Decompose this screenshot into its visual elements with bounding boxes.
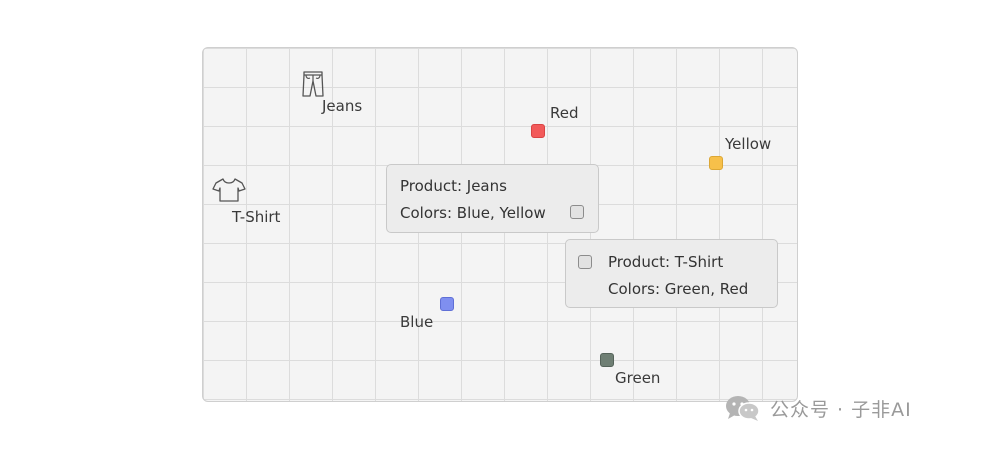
blue-label: Blue bbox=[400, 313, 434, 331]
watermark: 公众号 · 子非AI bbox=[724, 394, 912, 422]
jeans-tooltip-product: Product: Jeans bbox=[400, 177, 507, 195]
blue-color-dot[interactable] bbox=[440, 297, 454, 311]
tshirt-label: T-Shirt bbox=[232, 208, 281, 226]
red-color-dot[interactable] bbox=[531, 124, 545, 138]
tshirt-tooltip: Product: T-Shirt Colors: Green, Red bbox=[565, 239, 778, 308]
red-label: Red bbox=[550, 104, 579, 122]
wechat-icon bbox=[726, 396, 760, 421]
yellow-label: Yellow bbox=[725, 135, 772, 153]
jeans-label: Jeans bbox=[322, 97, 363, 115]
tshirt-icon[interactable] bbox=[212, 177, 246, 203]
jeans-icon[interactable] bbox=[301, 70, 325, 98]
tshirt-tooltip-checkbox[interactable] bbox=[578, 255, 592, 269]
tshirt-tooltip-colors: Colors: Green, Red bbox=[608, 280, 749, 298]
green-color-dot[interactable] bbox=[600, 353, 614, 367]
tshirt-tooltip-product: Product: T-Shirt bbox=[608, 253, 724, 271]
green-label: Green bbox=[615, 369, 661, 387]
jeans-tooltip: Product: Jeans Colors: Blue, Yellow bbox=[386, 164, 599, 233]
yellow-color-dot[interactable] bbox=[709, 156, 723, 170]
jeans-tooltip-colors: Colors: Blue, Yellow bbox=[400, 204, 546, 222]
jeans-tooltip-checkbox[interactable] bbox=[570, 205, 584, 219]
canvas: Jeans T-Shirt Red Yellow Blue Green Prod… bbox=[0, 0, 1000, 450]
watermark-text: 公众号 · 子非AI bbox=[770, 398, 912, 421]
